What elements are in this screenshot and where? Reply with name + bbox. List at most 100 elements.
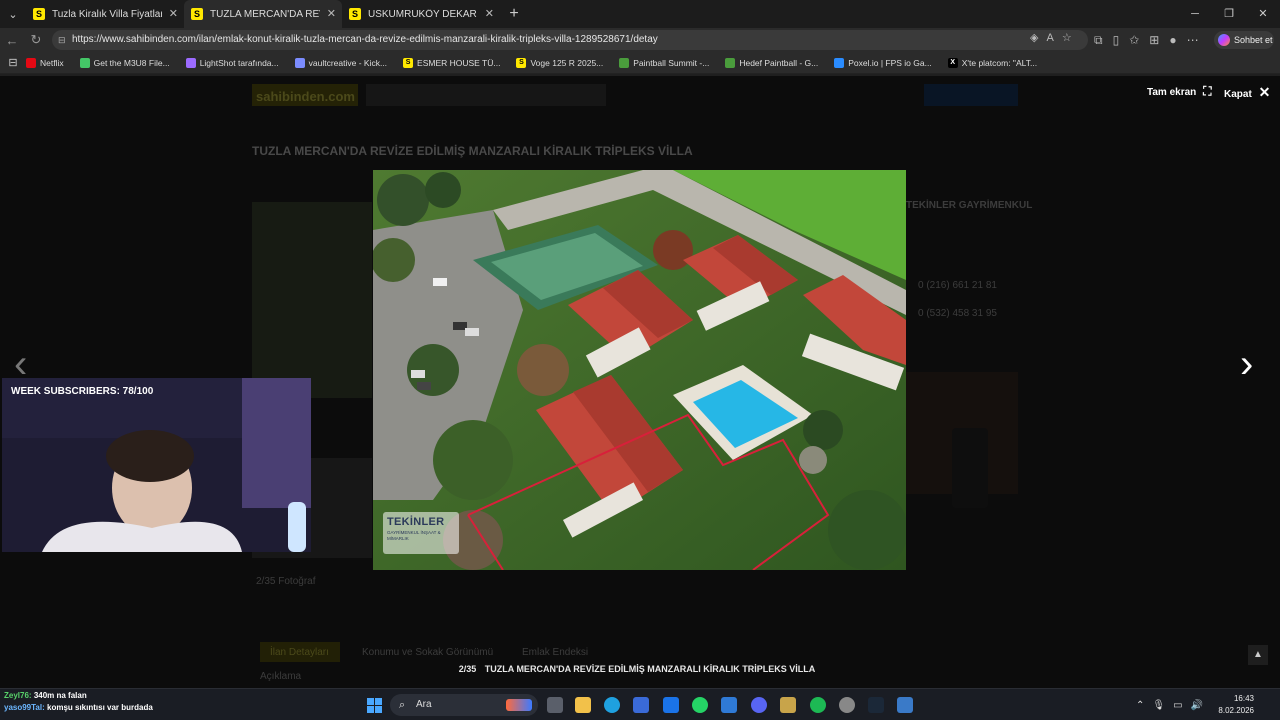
copilot-chat-button[interactable]: Sohbet et (1214, 31, 1274, 49)
more-menu-icon[interactable]: ⋯ (1187, 33, 1199, 47)
next-photo-arrow-icon[interactable]: › (1240, 344, 1253, 384)
copilot-label: Sohbet et (1234, 35, 1273, 45)
bookmark-label: Hedef Paintball - G... (739, 57, 819, 68)
system-tray: ⌃ 🎙 ▭ 🔊 (1136, 689, 1203, 720)
bookmark-favicon-icon (725, 57, 736, 68)
restore-icon[interactable]: ❐ (1212, 0, 1246, 28)
bookmark-favicon-icon (185, 57, 196, 68)
network-icon[interactable]: ▭ (1173, 700, 1182, 711)
split-screen-icon[interactable]: ▯ (1113, 33, 1120, 47)
app-icon[interactable] (721, 697, 737, 713)
file-explorer-icon[interactable] (575, 697, 591, 713)
sahibinden-favicon: S (33, 8, 45, 20)
bookmark-label: X'te platcom: "ALT... (961, 57, 1038, 68)
bookmark-item[interactable]: LightShot tarafında... (185, 57, 279, 68)
webcam-image (2, 378, 311, 552)
whatsapp-icon[interactable] (692, 697, 708, 713)
sahibinden-favicon: S (349, 8, 361, 20)
task-view-icon[interactable] (547, 697, 563, 713)
bookmark-item[interactable]: Paintball Summit -... (619, 57, 709, 68)
profile-avatar-icon[interactable]: ● (1169, 33, 1176, 47)
copilot-icon (1218, 34, 1230, 46)
lightbox-close-button[interactable]: Kapat ✕ (1224, 84, 1270, 101)
volume-icon[interactable]: 🔊 (1191, 700, 1203, 711)
bookmark-label: Netflix (40, 57, 64, 68)
bookmark-favicon-icon (619, 57, 630, 68)
bookmark-item[interactable]: X X'te platcom: "ALT... (947, 57, 1038, 68)
window-close-icon[interactable]: ✕ (1246, 0, 1280, 28)
tab-uskumrukoy[interactable]: S USKUMRUKÖY DEKAR BAHÇELİ FE ✕ (342, 0, 500, 28)
bookmark-favicon-icon (79, 57, 90, 68)
obs-icon[interactable] (839, 697, 855, 713)
fullscreen-label: Tam ekran (1147, 87, 1197, 98)
discord-icon[interactable] (751, 697, 767, 713)
minimize-icon[interactable]: ─ (1178, 0, 1212, 28)
tab-list-menu-icon[interactable]: ⌄ (0, 0, 26, 28)
reading-list-icon[interactable]: ⊟ (0, 56, 26, 69)
tray-chevron-icon[interactable]: ⌃ (1136, 700, 1144, 711)
windows-taskbar: ⌕ Ara ⌃ 🎙 ▭ 🔊 16:43 8.02.2026 (0, 688, 1280, 720)
clock-time: 16:43 (1233, 694, 1254, 703)
bookmark-item[interactable]: Netflix (26, 57, 64, 68)
close-tab-icon[interactable]: ✕ (327, 7, 336, 20)
reload-icon[interactable]: ↻ (24, 32, 48, 48)
store-icon[interactable] (633, 697, 649, 713)
favorite-star-icon[interactable]: ☆ (1062, 28, 1072, 48)
address-bar-row: ← ↻ ⊟ https://www.sahibinden.com/ilan/em… (0, 28, 1280, 52)
bookmarks-bar: ⊟ Netflix Get the M3U8 File... LightShot t… (0, 52, 1280, 74)
listing-photo-aerial: TEKİNLER GAYRİMENKUL İNŞAAT & MİMARLIK (373, 170, 906, 570)
chat-text: 340m na falan (33, 691, 87, 700)
calculator-icon[interactable] (897, 697, 913, 713)
bookmark-item[interactable]: Poxel.io | FPS io Ga... (834, 57, 932, 68)
read-aloud-icon[interactable]: A (1046, 28, 1053, 48)
close-tab-icon[interactable]: ✕ (169, 7, 178, 20)
scroll-to-top-icon[interactable]: ▲ (1248, 645, 1268, 665)
bookmark-favicon-icon: X (947, 57, 958, 68)
new-tab-button[interactable]: + (500, 5, 528, 23)
aerial-villa-image (373, 170, 906, 570)
microphone-icon[interactable]: 🎙 (1152, 700, 1165, 711)
bookmark-label: ESMER HOUSE TÜ... (417, 57, 501, 68)
tag-icon[interactable]: ◈ (1030, 28, 1038, 48)
chat-text: komşu sıkıntısı var burdada (47, 703, 153, 712)
collections-icon[interactable]: ⊞ (1149, 33, 1159, 47)
photo-counter: 2/35 (458, 664, 477, 674)
fullscreen-button[interactable]: Tam ekran ⛶ (1147, 84, 1211, 99)
subscriber-goal-text: WEEK SUBSCRIBERS: 78/100 (11, 386, 154, 397)
spotify-icon[interactable] (810, 697, 826, 713)
streamer-webcam (2, 378, 311, 552)
site-info-icon[interactable]: ⊟ (58, 30, 66, 50)
steam-icon[interactable] (868, 697, 884, 713)
bookmark-item[interactable]: Hedef Paintball - G... (725, 57, 819, 68)
watermark-subtitle: GAYRİMENKUL İNŞAAT & MİMARLIK (387, 530, 441, 541)
extensions-icon[interactable]: ⧉ (1094, 33, 1103, 48)
taskbar-search[interactable]: ⌕ Ara (390, 694, 538, 716)
tab-title: USKUMRUKÖY DEKAR BAHÇELİ FE (368, 8, 478, 20)
chat-message: Zeyl76: 340m na falan (4, 690, 153, 702)
game-icon[interactable] (780, 697, 796, 713)
bookmark-item[interactable]: Get the M3U8 File... (79, 57, 170, 68)
bookmark-favicon-icon (294, 57, 305, 68)
bookmark-label: LightShot tarafında... (199, 57, 279, 68)
start-icon[interactable] (367, 698, 382, 713)
close-tab-icon[interactable]: ✕ (485, 7, 494, 20)
outlook-icon[interactable] (663, 697, 679, 713)
edge-icon[interactable] (604, 697, 620, 713)
tab-kiralik-villa[interactable]: S Tuzla Kiralık Villa Fiyatları sahibind… (26, 0, 184, 28)
window-controls: ─ ❐ ✕ (1178, 0, 1280, 28)
back-icon[interactable]: ← (0, 33, 24, 48)
tab-tuzla-mercan[interactable]: S TUZLA MERCAN'DA REVİZE EDİLMİŞ ✕ (184, 0, 342, 28)
search-highlight-icon (506, 699, 532, 711)
url-input[interactable]: ⊟ https://www.sahibinden.com/ilan/emlak-… (52, 30, 1088, 50)
favorites-icon[interactable]: ✩ (1129, 33, 1139, 47)
clock[interactable]: 16:43 8.02.2026 (1218, 693, 1254, 717)
sahibinden-favicon: S (191, 8, 203, 20)
bookmark-item[interactable]: S Voge 125 R 2025... (516, 57, 604, 68)
bookmark-label: Voge 125 R 2025... (530, 57, 604, 68)
bookmark-item[interactable]: vaultcreative - Kick... (294, 57, 387, 68)
bookmark-item[interactable]: S ESMER HOUSE TÜ... (403, 57, 501, 68)
tab-bar: ⌄ S Tuzla Kiralık Villa Fiyatları sahibi… (0, 0, 1280, 28)
photo-caption: 2/35 TUZLA MERCAN'DA REVİZE EDİLMİŞ MANZ… (0, 664, 1280, 674)
fullscreen-icon: ⛶ (1203, 84, 1212, 98)
photo-caption-text: TUZLA MERCAN'DA REVİZE EDİLMİŞ MANZARALI… (484, 664, 816, 674)
